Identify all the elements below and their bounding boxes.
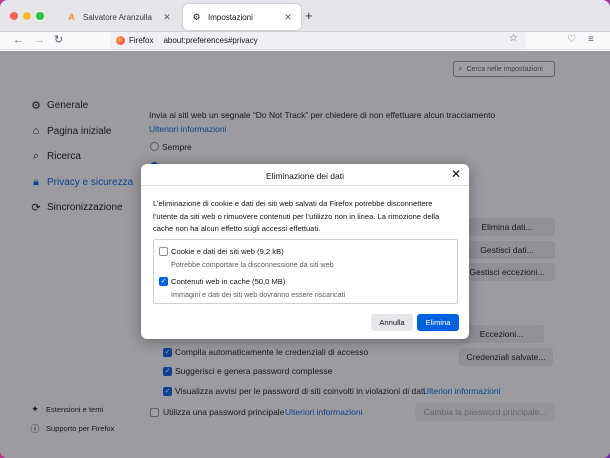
firefox-logo-icon: [116, 36, 125, 45]
dialog-description: L’eliminazione di cookie e dati dei siti…: [153, 199, 440, 233]
url-bar[interactable]: Firefox about:preferences#privacy ☆: [110, 32, 526, 49]
tab-title: Salvatore Aranzulla: [83, 12, 152, 22]
cache-checkbox[interactable]: ✓: [159, 277, 168, 286]
identity-label: Firefox: [129, 36, 154, 45]
close-window-button[interactable]: [10, 12, 18, 20]
tab-settings[interactable]: ⚙ Impostazioni ✕: [183, 4, 301, 30]
close-icon[interactable]: ✕: [451, 168, 461, 180]
cache-option-label: Contenuti web in cache (50,0 MB): [171, 277, 286, 286]
cookies-option-sub: Potrebbe comportare la disconnessione da…: [171, 260, 334, 269]
clear-data-dialog: Eliminazione dei dati ✕ L’eliminazione d…: [141, 164, 469, 339]
clear-options-box: Cookie e dati dei siti web (9,2 kB) Potr…: [153, 239, 458, 304]
maximize-window-button[interactable]: [36, 12, 44, 20]
bookmark-star-icon[interactable]: ☆: [509, 33, 518, 44]
dialog-title: Eliminazione dei dati: [266, 171, 344, 181]
hamburger-menu-icon[interactable]: ≡: [588, 34, 594, 45]
back-arrow-icon[interactable]: ←: [13, 33, 24, 47]
cookies-option-label: Cookie e dati dei siti web (9,2 kB): [171, 247, 284, 256]
forward-arrow-icon[interactable]: →: [34, 33, 45, 47]
pocket-icon[interactable]: ♡: [567, 34, 576, 45]
cache-option-sub: Immagini e dati dei siti web dovranno es…: [171, 290, 346, 299]
cookies-checkbox[interactable]: [159, 247, 168, 256]
url-text[interactable]: about:preferences#privacy: [163, 36, 257, 45]
reload-icon[interactable]: ↻: [54, 33, 63, 47]
new-tab-button[interactable]: +: [305, 9, 313, 23]
navigation-bar: ← → ↻ Firefox about:preferences#privacy …: [0, 32, 610, 50]
tab-aranzulla[interactable]: A Salvatore Aranzulla ✕: [58, 4, 180, 30]
browser-window: A Salvatore Aranzulla ✕ ⚙ Impostazioni ✕…: [0, 0, 610, 458]
tab-bar: A Salvatore Aranzulla ✕ ⚙ Impostazioni ✕…: [0, 0, 610, 32]
identity-badge[interactable]: Firefox: [116, 36, 153, 45]
minimize-window-button[interactable]: [23, 12, 31, 20]
aranzulla-logo-icon: A: [68, 12, 75, 22]
tab-title: Impostazioni: [208, 12, 253, 22]
close-tab-icon[interactable]: ✕: [283, 12, 293, 23]
dialog-header: Eliminazione dei dati ✕: [141, 164, 469, 186]
clear-button[interactable]: Elimina: [417, 314, 459, 331]
close-tab-icon[interactable]: ✕: [162, 12, 172, 23]
cancel-button[interactable]: Annulla: [371, 314, 413, 331]
gear-icon: ⚙: [192, 11, 201, 22]
